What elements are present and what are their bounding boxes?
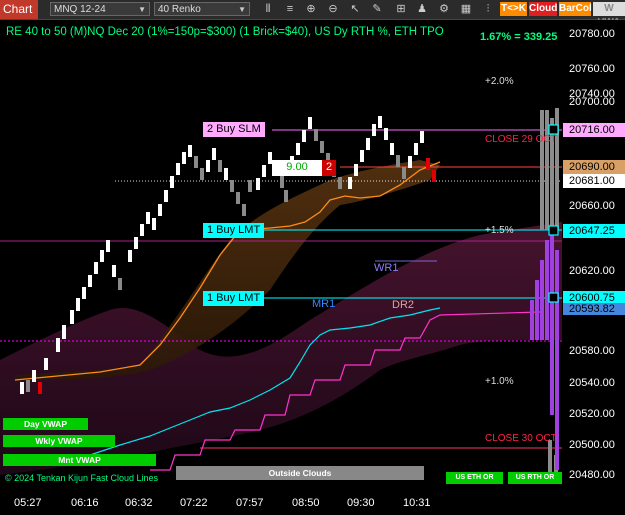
x-tick: 10:31 [403, 497, 431, 509]
order-qty-box[interactable]: 2 [322, 160, 336, 176]
last-price-label: 20681.00 [563, 174, 625, 188]
y-tick: 20540.00 [569, 377, 615, 389]
order-price-box[interactable]: 9.00 [272, 160, 322, 176]
indicators-icon[interactable]: ⫶ [482, 2, 494, 16]
y-tick: 20660.00 [569, 200, 615, 212]
x-tick: 08:50 [292, 497, 320, 509]
wkly-vwap-button[interactable]: Wkly VWAP [3, 435, 115, 447]
bars-icon[interactable]: ⫴ [262, 2, 274, 16]
price-axis[interactable]: 20780.00 20760.00 20740.00 20660.00 2062… [562, 20, 625, 495]
zoom-in-icon[interactable]: ⊕ [305, 2, 317, 16]
mr1-label: MR1 [312, 298, 336, 310]
chevron-down-icon: ▼ [138, 5, 146, 14]
chart-title-tab[interactable]: Chart [0, 0, 38, 19]
copyright-text: © 2024 Tenkan Kijun Fast Cloud Lines [5, 473, 159, 483]
settings-icon[interactable]: ⚙ [438, 2, 450, 16]
y-tick: 20700.00 [569, 96, 615, 108]
y-tick: 20580.00 [569, 345, 615, 357]
other-price-label: 20593.82 [563, 303, 625, 315]
day-vwap-button[interactable]: Day VWAP [3, 418, 88, 430]
y-tick: 20780.00 [569, 28, 615, 40]
plus-2pct-label: +2.0% [485, 76, 514, 87]
lines-icon[interactable]: ≡ [284, 2, 296, 16]
y-tick: 20520.00 [569, 408, 615, 420]
x-tick: 09:30 [347, 497, 375, 509]
buy-slm-order[interactable]: 2 Buy SLM [203, 122, 265, 137]
x-tick: 06:32 [125, 497, 153, 509]
y-tick: 20620.00 [569, 265, 615, 277]
cloud-button[interactable]: Cloud [529, 2, 557, 16]
y-tick: 20480.00 [569, 469, 615, 481]
x-tick: 05:27 [14, 497, 42, 509]
buy-lmt-order-1[interactable]: 1 Buy LMT [203, 223, 265, 238]
barcol-button[interactable]: BarCol [559, 2, 592, 16]
x-tick: 07:57 [236, 497, 264, 509]
y-tick: 20760.00 [569, 63, 615, 75]
us-eth-or-bar: US ETH OR [446, 472, 503, 484]
bartype-selector[interactable]: 40 Renko ▼ [154, 2, 250, 16]
chevron-down-icon: ▼ [238, 5, 246, 14]
chart-toolbar: Chart MNQ 12-24 ▼ 40 Renko ▼ ⫴ ≡ ⊕ ⊖ ↖ ✎… [0, 0, 625, 28]
wr1-label: WR1 [374, 262, 399, 274]
chart-header: RE 40 to 50 (M)NQ Dec 20 (1%=150p=$300) … [6, 26, 444, 38]
outside-clouds-bar: Outside Clouds [176, 466, 424, 480]
y-tick: 20500.00 [569, 439, 615, 451]
lmt1-price-label: 20647.25 [563, 224, 625, 238]
buy-lmt-order-2[interactable]: 1 Buy LMT [203, 291, 265, 306]
dr2-label: DR2 [392, 299, 415, 311]
instrument-selector[interactable]: MNQ 12-24 ▼ [50, 2, 150, 16]
mnt-vwap-button[interactable]: Mnt VWAP [3, 454, 156, 466]
close-29-label: CLOSE 29 OCT [485, 134, 557, 145]
zoom-out-icon[interactable]: ⊖ [327, 2, 339, 16]
close-30-label: CLOSE 30 OCT [485, 433, 557, 444]
plus-15pct-label: +1.5% [485, 225, 514, 236]
plus-1pct-label: +1.0% [485, 376, 514, 387]
instrument-value: MNQ 12-24 [54, 4, 106, 15]
percent-change: 1.67% = 339.25 [480, 31, 558, 43]
drawing-icon[interactable]: ✎ [371, 2, 383, 16]
x-tick: 06:16 [71, 497, 99, 509]
cursor-icon[interactable]: ↖ [349, 2, 361, 16]
tk-button[interactable]: T<>K [500, 2, 527, 16]
vwap-button[interactable]: W VWA [593, 2, 625, 28]
us-rth-or-bar: US RTH OR [508, 472, 562, 484]
slm-price-label: 20716.00 [563, 123, 625, 137]
data-box-icon[interactable]: ▦ [460, 2, 472, 16]
bartype-value: 40 Renko [158, 4, 201, 15]
properties-icon[interactable]: ⊞ [395, 2, 407, 16]
current-price-label: 20690.00 [563, 160, 625, 174]
x-tick: 07:22 [180, 497, 208, 509]
strategy-icon[interactable]: ♟ [416, 2, 428, 16]
